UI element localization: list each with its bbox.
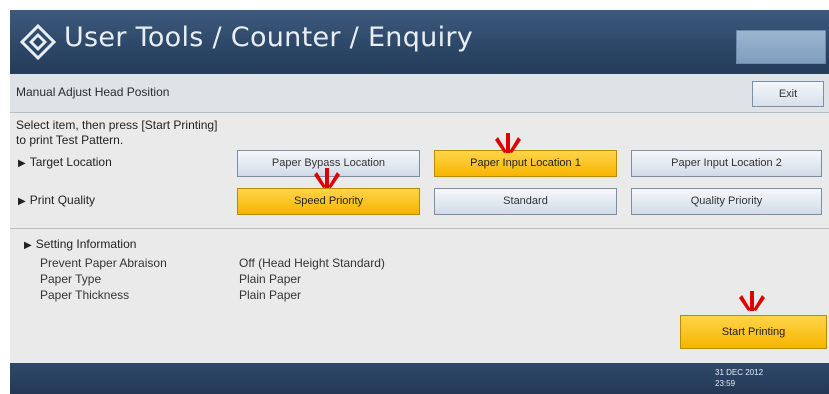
- option-paper-input-location-1[interactable]: Paper Input Location 1: [434, 150, 617, 177]
- header-bar: User Tools / Counter / Enquiry: [10, 10, 829, 74]
- setting-information-heading: ▶ Setting Information: [24, 237, 137, 251]
- instruction-line-2: to print Test Pattern.: [16, 133, 124, 147]
- tap-marker-icon: [495, 133, 521, 153]
- tap-marker-icon: [739, 291, 765, 311]
- function-title: Manual Adjust Head Position: [16, 85, 170, 99]
- tap-marker-icon: [314, 168, 340, 188]
- triangle-right-icon: ▶: [18, 158, 26, 169]
- info-value-prevent-abrasion: Off (Head Height Standard): [239, 256, 385, 270]
- info-label-prevent-abrasion: Prevent Paper Abraison: [40, 256, 167, 270]
- print-quality-label: ▶ Print Quality: [18, 193, 96, 207]
- date-time: 31 DEC 2012 23:59: [715, 367, 763, 389]
- triangle-right-icon: ▶: [18, 196, 26, 207]
- status-bar: 31 DEC 2012 23:59: [10, 363, 829, 394]
- subheader: Manual Adjust Head Position Exit: [10, 74, 829, 113]
- info-value-paper-thickness: Plain Paper: [239, 288, 302, 302]
- date-text: 31 DEC 2012: [715, 368, 764, 377]
- time-text: 23:59: [715, 379, 736, 388]
- exit-button[interactable]: Exit: [752, 81, 824, 107]
- info-label-paper-type: Paper Type: [40, 272, 102, 286]
- info-value-paper-type: Plain Paper: [239, 272, 302, 286]
- triangle-right-icon: ▶: [24, 240, 32, 251]
- target-location-label: ▶ Target Location: [18, 155, 112, 169]
- page-title: User Tools / Counter / Enquiry: [64, 22, 474, 53]
- instruction-text: Select item, then press [Start Printing]…: [16, 118, 316, 148]
- setting-information-panel: ▶ Setting Information Prevent Paper Abrai…: [10, 229, 829, 363]
- info-label-paper-thickness: Paper Thickness: [40, 288, 130, 302]
- option-standard[interactable]: Standard: [434, 188, 617, 215]
- screen: User Tools / Counter / Enquiry Manual Ad…: [10, 10, 829, 394]
- instruction-line-1: Select item, then press [Start Printing]: [16, 118, 218, 132]
- option-speed-priority[interactable]: Speed Priority: [237, 188, 420, 215]
- option-paper-input-location-2[interactable]: Paper Input Location 2: [631, 150, 822, 177]
- start-printing-button[interactable]: Start Printing: [680, 315, 827, 349]
- header-blank-button[interactable]: [736, 30, 826, 64]
- option-quality-priority[interactable]: Quality Priority: [631, 188, 822, 215]
- diamond-icon: [20, 24, 56, 60]
- selection-panel: Select item, then press [Start Printing]…: [10, 113, 829, 229]
